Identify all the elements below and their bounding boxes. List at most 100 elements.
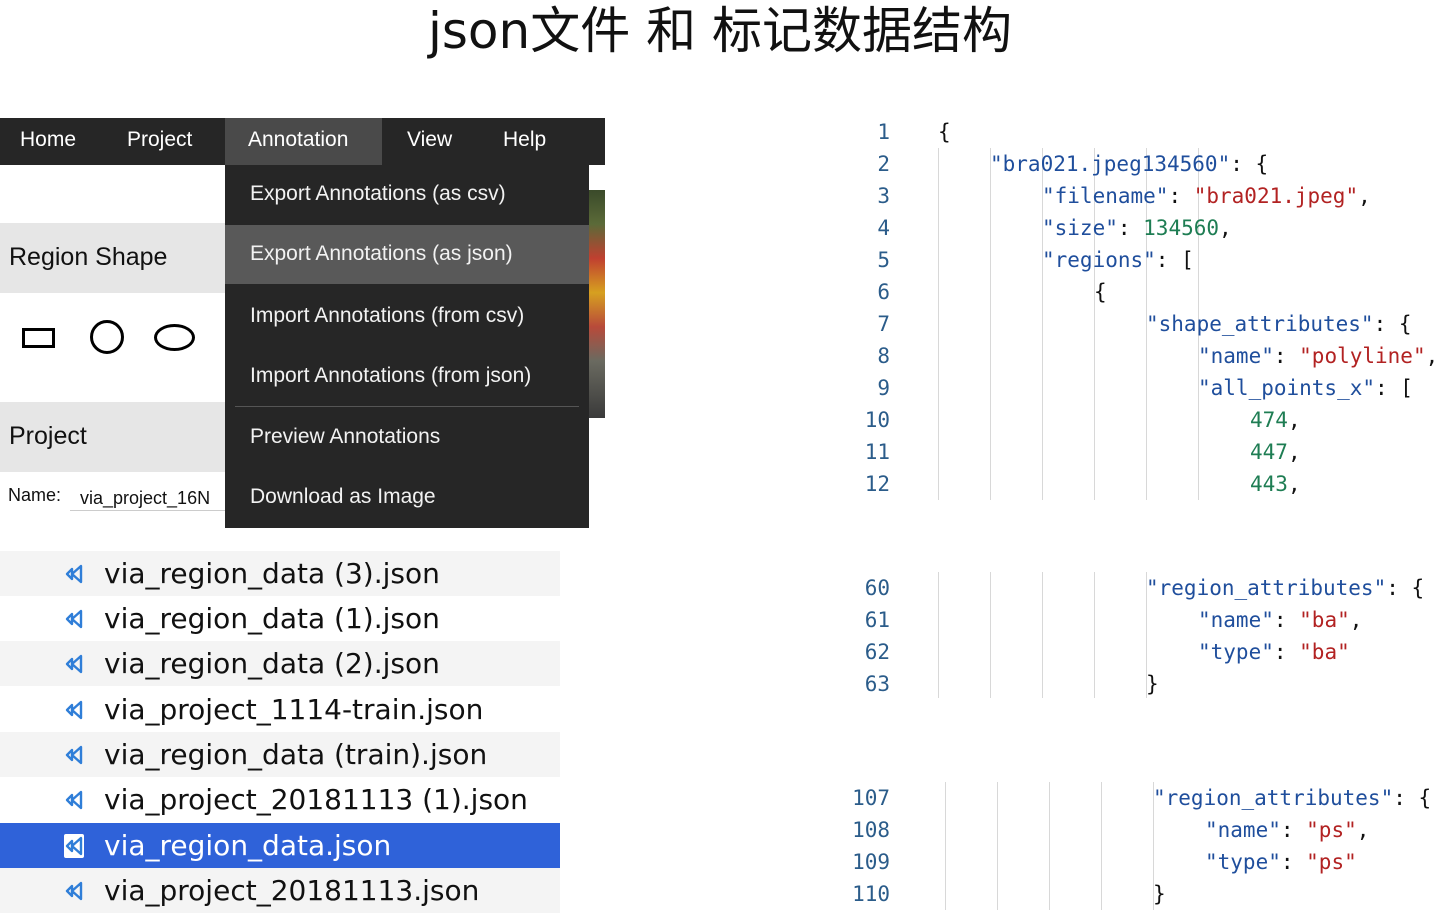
menu-annotation[interactable]: Annotation [225,118,382,165]
code-text: "filename": "bra021.jpeg", [1042,180,1371,212]
file-row[interactable]: via_project_1114-train.json [0,687,560,732]
ellipse-shape-icon[interactable] [154,324,195,351]
code-text: "shape_attributes": { [1146,308,1412,340]
json-number: 134560 [1143,216,1220,240]
file-row[interactable]: via_project_20181113.json [0,868,560,913]
json-punctuation: : [1273,640,1300,664]
code-line: 107 "region_attributes": { [830,782,1438,814]
import-json-item[interactable]: Import Annotations (from json) [225,346,589,406]
json-punctuation: , [1425,344,1439,368]
export-json-item[interactable]: Export Annotations (as json) [225,225,589,284]
file-name: via_project_20181113.json [104,874,480,907]
json-key: "bra021.jpeg134560" [990,152,1231,176]
code-line: 10 474, [830,404,1438,436]
json-key: "type" [1198,640,1274,664]
annotation-dropdown-menu: Export Annotations (as csv) Export Annot… [225,165,589,528]
code-line: 12 443, [830,468,1438,500]
file-row[interactable]: via_region_data (train).json [0,732,560,777]
json-punctuation: } [1153,882,1166,906]
rectangle-shape-icon[interactable] [22,328,55,348]
json-key: "region_attributes" [1146,576,1387,600]
line-number: 12 [864,472,890,496]
code-line: 1{ [830,116,1438,148]
code-line: 4 "size": 134560, [830,212,1438,244]
file-row[interactable]: via_region_data (1).json [0,596,560,641]
code-text: 447, [1250,436,1301,468]
line-number: 8 [877,344,890,368]
line-number: 61 [864,608,890,632]
json-string: "polyline" [1299,344,1426,368]
json-punctuation: : { [1386,576,1425,600]
project-name-label: Name: [8,485,62,505]
json-punctuation: { [938,120,951,144]
menu-project[interactable]: Project [107,118,212,165]
code-text: "type": "ba" [1198,636,1350,668]
file-name: via_region_data.json [104,829,392,862]
file-row[interactable]: via_project_20181113 (1).json [0,777,560,822]
code-text: { [1094,276,1107,308]
file-row[interactable]: via_region_data (2).json [0,641,560,686]
line-number: 63 [864,672,890,696]
json-number: 443 [1250,472,1288,496]
file-name: via_project_20181113 (1).json [104,783,528,816]
line-number: 4 [877,216,890,240]
export-csv-item[interactable]: Export Annotations (as csv) [225,165,589,223]
code-text: "size": 134560, [1042,212,1232,244]
line-number: 6 [877,280,890,304]
vscode-json-file-icon [65,654,83,674]
json-key: "region_attributes" [1153,786,1394,810]
file-name: via_project_1114-train.json [104,693,484,726]
vscode-json-file-icon [65,609,83,629]
code-text: "region_attributes": { [1146,572,1424,604]
line-number: 10 [864,408,890,432]
code-line: 108 "name": "ps", [830,814,1438,846]
project-header[interactable]: Project [0,402,226,472]
json-punctuation: : { [1230,152,1269,176]
code-line: 9 "all_points_x": [ [830,372,1438,404]
code-text: "name": "polyline", [1198,340,1438,372]
code-text: } [1153,878,1166,910]
code-line: 2 "bra021.jpeg134560": { [830,148,1438,180]
import-csv-item[interactable]: Import Annotations (from csv) [225,286,589,346]
json-punctuation: , [1356,818,1370,842]
line-number: 60 [864,576,890,600]
code-line: 3 "filename": "bra021.jpeg", [830,180,1438,212]
vscode-json-file-icon [65,745,83,765]
line-number: 3 [877,184,890,208]
line-number: 62 [864,640,890,664]
json-key: "size" [1042,216,1118,240]
menu-view[interactable]: View [387,118,472,165]
code-line: 63} [830,668,1438,700]
line-number: 1 [877,120,890,144]
json-punctuation: } [1146,672,1159,696]
line-number: 9 [877,376,890,400]
menu-help[interactable]: Help [483,118,566,165]
code-text: "all_points_x": [ [1198,372,1413,404]
json-punctuation: , [1349,608,1363,632]
json-punctuation: : [1273,344,1300,368]
json-punctuation: : [1273,608,1300,632]
json-key: "shape_attributes" [1146,312,1374,336]
file-row[interactable]: via_region_data (3).json [0,551,560,596]
code-text: "regions": [ [1042,244,1194,276]
json-number: 474 [1250,408,1288,432]
line-number: 109 [852,850,890,874]
region-shape-header[interactable]: Region Shape [0,223,226,293]
json-punctuation: , [1287,440,1301,464]
json-code-block-2: 60 "region_attributes": {61 "name": "ba", 6… [830,572,1438,702]
menu-home[interactable]: Home [0,118,96,165]
json-punctuation: : [1117,216,1144,240]
via-app-window: Home Project Annotation View Help Region… [0,118,606,546]
code-line: 110} [830,878,1438,910]
line-number: 108 [852,818,890,842]
code-text: "name": "ps", [1205,814,1369,846]
json-key: "name" [1198,608,1274,632]
line-number: 5 [877,248,890,272]
circle-shape-icon[interactable] [90,320,124,354]
file-row-selected[interactable]: via_region_data.json [0,823,560,868]
preview-annotations-item[interactable]: Preview Annotations [225,407,589,467]
page-title: json文件 和 标记数据结构 [427,2,1012,60]
project-name-input[interactable]: via_project_16N [70,481,226,511]
download-image-item[interactable]: Download as Image [225,467,589,527]
code-line: 7 "shape_attributes": { [830,308,1438,340]
